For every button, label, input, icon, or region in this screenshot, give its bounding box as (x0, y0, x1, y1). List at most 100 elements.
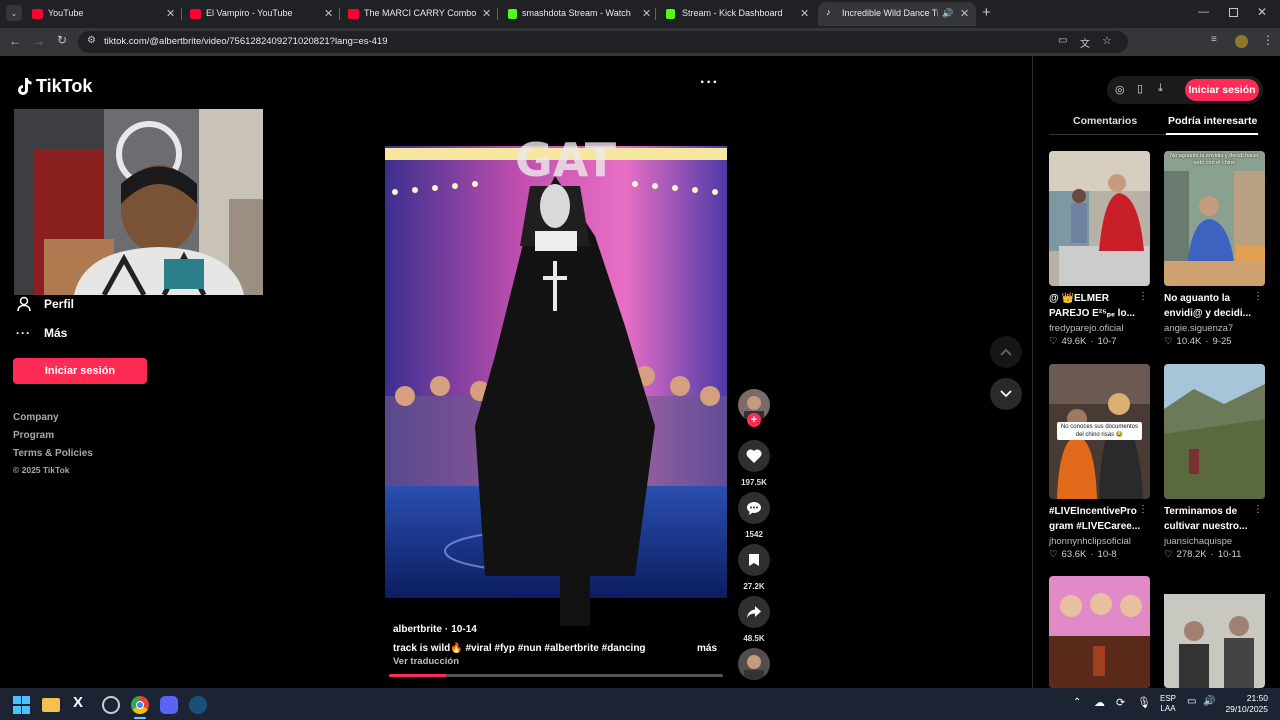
footer-link-company[interactable]: Company (13, 412, 59, 423)
thumbnail-overlay-text: No aguanto la envidia y decidi hacer est… (1170, 153, 1259, 166)
card-likes: 278.2K (1176, 549, 1207, 560)
close-tab-icon[interactable]: ✕ (642, 7, 651, 20)
like-button[interactable]: 197.5K (738, 440, 770, 487)
cloud-icon[interactable]: ☁ (1094, 696, 1105, 709)
chrome-icon[interactable] (131, 696, 149, 714)
tiktok-logo[interactable]: TikTok (16, 76, 92, 97)
author-avatar[interactable]: + (738, 389, 770, 427)
video-thumbnail[interactable] (1049, 576, 1150, 688)
close-window-icon[interactable]: ✕ (1257, 5, 1267, 19)
tab-kick-dashboard[interactable]: Stream - Kick Dashboard ✕ (654, 2, 814, 26)
video-thumbnail[interactable] (1164, 576, 1265, 688)
translate-icon[interactable]: 文 (1080, 35, 1090, 50)
bookmark-star-icon[interactable]: ☆ (1102, 34, 1112, 47)
card-menu-icon[interactable]: ⋮ (1253, 504, 1263, 515)
footer-link-program[interactable]: Program (13, 430, 54, 441)
steam-icon[interactable] (189, 696, 207, 714)
video-progress-track[interactable] (389, 674, 723, 677)
video-thumbnail[interactable]: No aguanto la envidia y decidi hacer est… (1164, 151, 1265, 286)
chevron-up-icon[interactable]: ⌃ (1073, 697, 1081, 708)
suggested-video-card[interactable]: ⋮ @ 👑ELMER PAREJO E²⁵ₚₑ lo... fredyparej… (1049, 151, 1150, 347)
card-menu-icon[interactable]: ⋮ (1138, 291, 1148, 302)
windows-start-icon[interactable] (13, 696, 31, 714)
previous-video-button[interactable] (990, 336, 1022, 368)
tab-comments[interactable]: Comentarios (1073, 115, 1137, 127)
more-caption-link[interactable]: más (697, 643, 717, 654)
site-info-icon[interactable]: ⚙ (87, 35, 96, 46)
language-top: ESP (1160, 694, 1177, 703)
sound-avatar[interactable] (738, 648, 770, 680)
card-menu-icon[interactable]: ⋮ (1138, 504, 1148, 515)
mobile-icon[interactable]: ▯ (1137, 82, 1143, 95)
card-username[interactable]: fredyparejo.oficial (1049, 323, 1150, 334)
address-bar[interactable]: ⚙ tiktok.com/@albertbrite/video/75612824… (78, 31, 1128, 53)
media-control-icon[interactable]: ≡ (1211, 34, 1217, 45)
close-tab-icon[interactable]: ✕ (960, 7, 969, 20)
suggested-video-card[interactable]: No aguanto la envidia y decidi hacer est… (1164, 151, 1265, 347)
chrome-menu-icon[interactable]: ⋮ (1262, 33, 1274, 47)
video-caption: track is wild🔥 #viral #fyp #nun #albertb… (393, 643, 646, 654)
sidebar-item-profile[interactable]: Perfil (16, 296, 74, 312)
volume-icon[interactable]: 🔊 (1203, 696, 1215, 707)
url-text[interactable]: tiktok.com/@albertbrite/video/7561282409… (104, 36, 388, 47)
suggested-video-card[interactable] (1049, 576, 1150, 688)
card-username[interactable]: angie.siguenza7 (1164, 323, 1265, 334)
share-button[interactable]: 48.5K (738, 596, 770, 643)
microphone-icon[interactable]: 🎙 (1137, 696, 1151, 709)
tab-youtube[interactable]: YouTube ✕ (22, 2, 182, 26)
card-likes: 63.6K (1061, 549, 1087, 560)
file-explorer-icon[interactable] (42, 698, 60, 712)
close-tab-icon[interactable]: ✕ (324, 7, 333, 20)
restore-icon[interactable] (1229, 8, 1238, 17)
speaker-icon[interactable]: 🔊 (942, 8, 953, 19)
save-button[interactable]: 27.2K (738, 544, 770, 591)
card-username[interactable]: juansichaquispe (1164, 536, 1265, 547)
tab-suggested[interactable]: Podría interesarte (1168, 115, 1257, 127)
download-icon[interactable]: ⤓ (1158, 82, 1163, 95)
card-menu-icon[interactable]: ⋮ (1253, 291, 1263, 302)
tab-smashdota[interactable]: smashdota Stream - Watch Live ✕ (496, 2, 656, 26)
suggested-video-card[interactable]: No conoces sus documentos del chino risa… (1049, 364, 1150, 560)
tab-search-icon[interactable]: ⌄ (6, 5, 22, 21)
sidebar-item-more[interactable]: ··· Más (16, 326, 67, 340)
sync-icon[interactable]: ⟳ (1116, 696, 1125, 709)
video-thumbnail[interactable] (1049, 151, 1150, 286)
footer-link-terms[interactable]: Terms & Policies (13, 448, 93, 459)
suggested-video-card[interactable]: ⋮ Terminamos de cultivar nuestro... juan… (1164, 364, 1265, 560)
forward-icon[interactable]: → (33, 34, 45, 48)
close-tab-icon[interactable]: ✕ (800, 7, 809, 20)
compass-icon[interactable]: ◎ (1115, 83, 1125, 96)
comment-button[interactable]: 1542 (738, 492, 770, 539)
suggested-video-card[interactable] (1164, 576, 1265, 688)
tab-el-vampiro[interactable]: El Vampiro - YouTube ✕ (180, 2, 340, 26)
login-button-top[interactable]: Iniciar sesión (1185, 79, 1259, 101)
tab-tiktok-active[interactable]: ♪ Incredible Wild Dance Track 🔊 ✕ (818, 2, 976, 26)
video-player[interactable]: GAT (385, 96, 727, 678)
close-tab-icon[interactable]: ✕ (482, 7, 491, 20)
profile-avatar-icon[interactable] (1235, 35, 1248, 48)
new-tab-icon[interactable]: + (982, 4, 991, 21)
video-author[interactable]: albertbrite (393, 624, 442, 635)
card-username[interactable]: jhonnynhclipsoficial (1049, 536, 1150, 547)
system-clock[interactable]: 21:50 29/10/2025 (1225, 693, 1268, 715)
next-video-button[interactable] (990, 378, 1022, 410)
app-x-icon[interactable]: X (73, 694, 91, 712)
video-thumbnail[interactable]: No conoces sus documentos del chino risa… (1049, 364, 1150, 499)
more-options-icon[interactable]: ··· (700, 74, 719, 92)
save-count: 27.2K (743, 582, 765, 591)
logo-text: TikTok (36, 76, 93, 96)
cast-icon[interactable]: ▭ (1058, 35, 1067, 46)
video-thumbnail[interactable] (1164, 364, 1265, 499)
minimize-icon[interactable]: — (1198, 6, 1209, 18)
back-icon[interactable]: ← (9, 34, 21, 48)
tab-marci-carry[interactable]: The MARCI CARRY Combo Tha ✕ (338, 2, 498, 26)
login-button[interactable]: Iniciar sesión (13, 358, 147, 384)
translate-link[interactable]: Ver traducción (393, 656, 723, 667)
reload-icon[interactable]: ↻ (57, 33, 67, 47)
follow-plus-icon[interactable]: + (747, 413, 761, 427)
language-indicator[interactable]: ESP LAA (1160, 694, 1176, 714)
display-icon[interactable]: ▭ (1187, 696, 1196, 707)
tool-icon[interactable] (102, 696, 120, 714)
discord-icon[interactable] (160, 696, 178, 714)
close-tab-icon[interactable]: ✕ (166, 7, 175, 20)
